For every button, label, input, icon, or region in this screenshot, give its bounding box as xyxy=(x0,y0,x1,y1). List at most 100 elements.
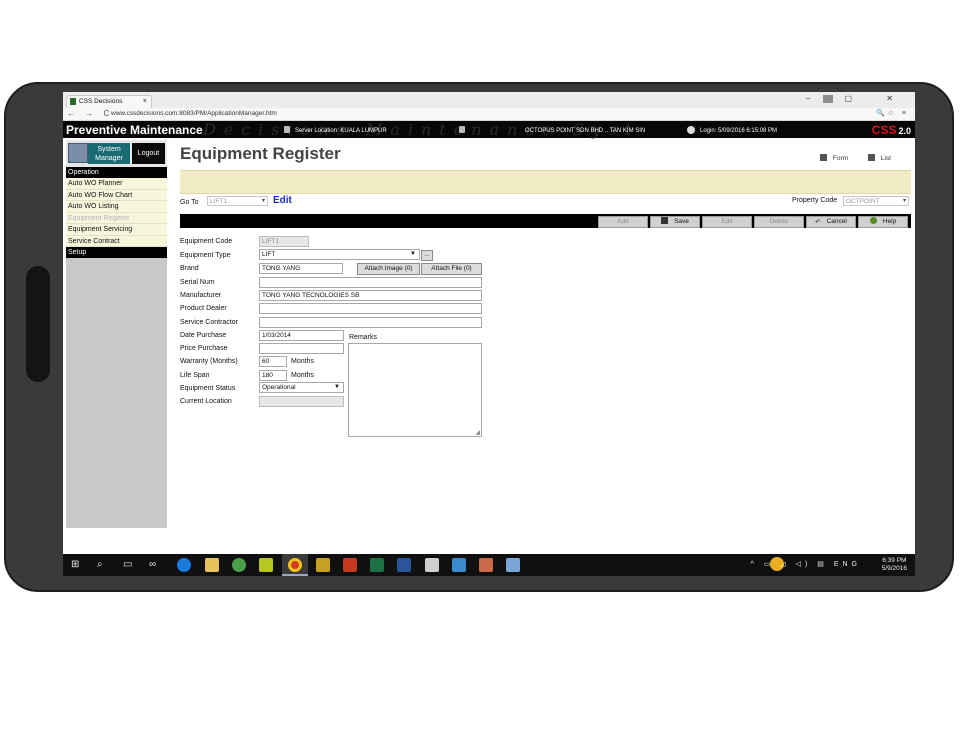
save-icon xyxy=(661,217,669,224)
server-location: Server Location: KUALA LUMPUR xyxy=(284,126,387,134)
logo-version: 2.0 xyxy=(898,126,911,136)
date-purchase-field[interactable]: 1/03/2014 xyxy=(259,330,344,341)
form-view-label: Form xyxy=(832,155,849,162)
view-switcher: Form List xyxy=(802,154,891,162)
app-icon-lime[interactable] xyxy=(259,558,273,572)
delete-button[interactable]: Delete xyxy=(754,216,804,228)
life-span-label: Life Span xyxy=(180,372,210,379)
system-tray[interactable]: ^ ▭ ◿ ◁) ▤ ENG xyxy=(750,560,861,568)
manufacturer-field[interactable]: TONG YANG TECNOLOGIES SB xyxy=(259,290,482,301)
chrome-icon[interactable] xyxy=(288,558,302,572)
chevron-down-icon: ▾ xyxy=(261,198,265,204)
url-input[interactable]: www.cssdecisions.com:8083/PM/Application… xyxy=(111,110,277,117)
chevron-down-icon: ▼ xyxy=(410,251,416,257)
attach-file-button[interactable]: Attach File (0) xyxy=(421,263,482,275)
equipment-type-label: Equipment Type xyxy=(180,252,231,259)
sidebar-item-equipment-register[interactable]: Equipment Register xyxy=(66,212,167,224)
infinity-app-icon[interactable]: ∞ xyxy=(149,559,156,571)
sidebar-section-operation[interactable]: Operation xyxy=(66,167,167,178)
clock-date: 5/9/2016 xyxy=(881,565,907,572)
list-icon xyxy=(867,154,875,161)
sidebar: System Manager Logout Operation Auto WO … xyxy=(66,140,167,528)
company-user: OCTOPUS POINT SDN BHD .. TAN KIM SIN xyxy=(459,126,645,134)
message-band xyxy=(180,170,911,194)
clock-icon xyxy=(687,126,695,134)
brand-label: Brand xyxy=(180,265,199,272)
goto-label: Go To xyxy=(180,199,199,206)
current-location-label: Current Location xyxy=(180,398,232,405)
price-purchase-label: Price Purchase xyxy=(180,345,228,352)
logout-button[interactable]: Logout xyxy=(132,143,165,164)
equipment-status-select[interactable]: Operational ▼ xyxy=(259,382,344,393)
remarks-textarea[interactable]: ◢ xyxy=(348,343,482,437)
goto-select[interactable]: LIFT1 ▾ xyxy=(207,196,268,206)
page-title: Equipment Register xyxy=(180,144,341,163)
form-view-link[interactable]: Form xyxy=(819,154,849,162)
paint-icon[interactable] xyxy=(479,558,493,572)
login-time: Login: 5/09/2016 6:15:08 PM xyxy=(700,128,778,134)
manufacturer-label: Manufacturer xyxy=(180,292,222,299)
resize-grip-icon[interactable]: ◢ xyxy=(475,429,480,436)
attach-image-button[interactable]: Attach Image (0) xyxy=(357,263,420,275)
serial-num-field[interactable] xyxy=(259,277,482,288)
sidebar-item-equipment-servicing[interactable]: Equipment Servicing xyxy=(66,224,167,236)
property-code-select[interactable]: OCTPOINT ▾ xyxy=(843,196,909,206)
taskbar-clock[interactable]: 6:39 PM 5/9/2016 xyxy=(882,557,907,573)
calculator-icon[interactable] xyxy=(425,558,439,572)
edit-button[interactable]: Edit xyxy=(702,216,752,228)
sidebar-item-service-contract[interactable]: Service Contract xyxy=(66,235,167,247)
cancel-button[interactable]: ↶ Cancel xyxy=(806,216,856,228)
list-view-link[interactable]: List xyxy=(867,154,891,162)
app-title: Preventive Maintenance xyxy=(66,123,203,137)
sidebar-item-auto-wo-flow-chart[interactable]: Auto WO Flow Chart xyxy=(66,189,167,201)
windows-start-icon[interactable]: ⊞ xyxy=(71,559,79,571)
search-icon[interactable]: ⌕ xyxy=(97,559,103,571)
equipment-type-value: LIFT xyxy=(262,251,276,258)
help-icon xyxy=(869,217,877,224)
tools-icon[interactable] xyxy=(316,558,330,572)
warranty-field[interactable]: 60 xyxy=(259,356,287,367)
help-label: Help xyxy=(882,218,897,225)
system-manager-button[interactable]: System Manager xyxy=(88,143,130,164)
word-icon[interactable] xyxy=(397,558,411,572)
taskbar: ⊞ ⌕ ▭ ∞ ^ ▭ ◿ ◁) ▤ ENG 6:39 PM 5/9/2016 xyxy=(63,554,915,576)
notes-icon[interactable] xyxy=(506,558,520,572)
app-icon-green[interactable] xyxy=(232,558,246,572)
product-dealer-field[interactable] xyxy=(259,303,482,314)
add-button[interactable]: Add xyxy=(598,216,648,228)
life-span-field[interactable]: 180 xyxy=(259,370,287,381)
browser-tab[interactable]: CSS Decisions × xyxy=(66,95,152,108)
navigation-buttons[interactable]: ← → C xyxy=(67,109,113,118)
equipment-type-lookup-button[interactable]: ... xyxy=(421,250,433,261)
equipment-code-label: Equipment Code xyxy=(180,238,233,245)
favicon-icon xyxy=(70,98,76,105)
price-purchase-field[interactable] xyxy=(259,343,344,354)
equipment-type-select[interactable]: LIFT ▼ xyxy=(259,249,420,260)
sidebar-item-auto-wo-planner[interactable]: Auto WO Planner xyxy=(66,178,167,190)
service-contractor-field[interactable] xyxy=(259,317,482,328)
sidebar-section-setup[interactable]: Setup xyxy=(66,247,167,258)
address-bar-icons[interactable]: 🔍☆ ≡ xyxy=(876,109,909,117)
service-contractor-label: Service Contractor xyxy=(180,319,238,326)
system-manager-icon[interactable] xyxy=(68,143,88,163)
tab-close-icon[interactable]: × xyxy=(143,96,147,107)
company-name: OCTOPUS POINT SDN BHD xyxy=(525,128,604,134)
window-controls[interactable]: – ▢ ✕ xyxy=(806,94,909,103)
excel-icon[interactable] xyxy=(370,558,384,572)
help-button[interactable]: Help xyxy=(858,216,908,228)
powerpoint-icon[interactable] xyxy=(343,558,357,572)
save-button[interactable]: Save xyxy=(650,216,700,228)
server-location-text: Server Location: KUALA LUMPUR xyxy=(295,128,387,134)
equipment-status-label: Equipment Status xyxy=(180,385,236,392)
user-icon xyxy=(459,126,465,133)
outlook-icon[interactable] xyxy=(452,558,466,572)
file-explorer-icon[interactable] xyxy=(205,558,219,572)
task-view-icon[interactable]: ▭ xyxy=(123,559,132,571)
equipment-status-value: Operational xyxy=(262,384,296,391)
brand-field[interactable]: TONG YANG xyxy=(259,263,343,274)
property-code-label: Property Code xyxy=(792,197,838,204)
goto-value: LIFT1 xyxy=(210,198,227,205)
chevron-down-icon: ▾ xyxy=(902,198,906,204)
sidebar-item-auto-wo-listing[interactable]: Auto WO Listing xyxy=(66,201,167,213)
edge-icon[interactable] xyxy=(177,558,191,572)
